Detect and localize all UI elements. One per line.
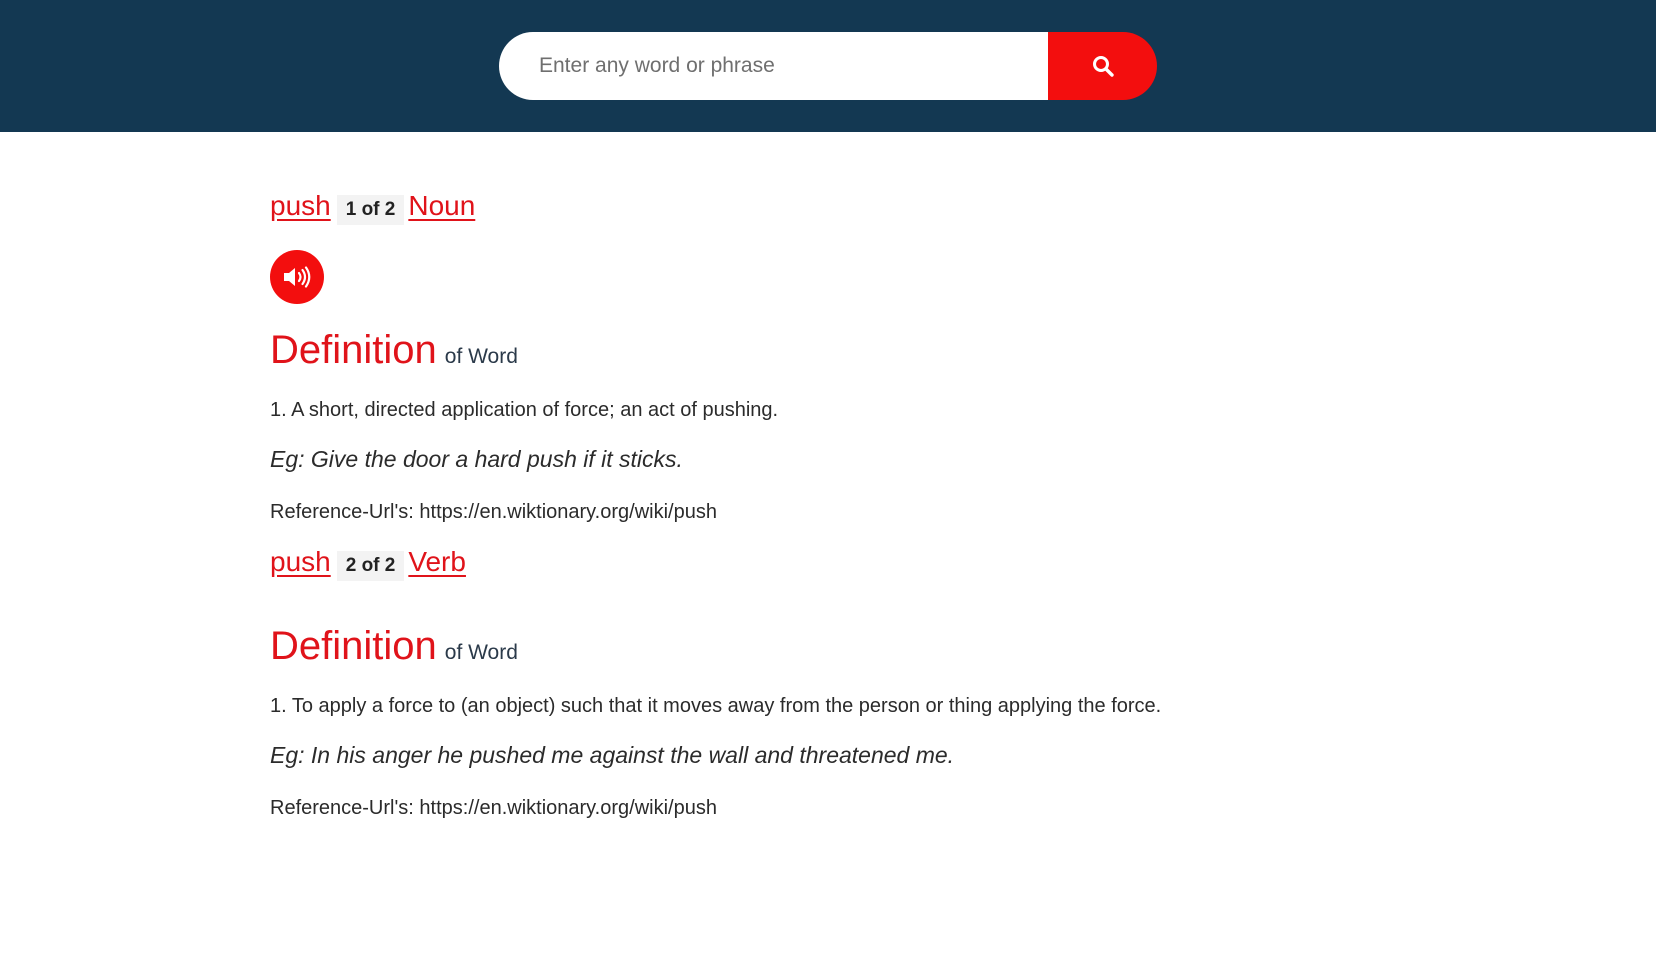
entry-count-badge: 2 of 2 bbox=[336, 551, 405, 581]
part-of-speech-link[interactable]: Noun bbox=[408, 190, 475, 222]
definition-subtitle: of Word bbox=[444, 641, 518, 664]
entry-noun: push 1 of 2 Noun Definition of Word 1. A… bbox=[270, 190, 1470, 524]
reference-url: Reference-Url's: https://en.wiktionary.o… bbox=[270, 501, 717, 523]
definition-heading: Definition of Word bbox=[270, 624, 1470, 669]
definition-heading: Definition of Word bbox=[270, 328, 1470, 373]
definition-text: 1. A short, directed application of forc… bbox=[270, 399, 779, 421]
search-icon bbox=[1091, 54, 1115, 78]
definition-content: push 1 of 2 Noun Definition of Word 1. A… bbox=[270, 190, 1470, 820]
entry-verb: push 2 of 2 Verb Definition of Word 1. T… bbox=[270, 546, 1470, 820]
word-link[interactable]: push bbox=[270, 190, 335, 222]
top-header-bar bbox=[0, 0, 1656, 132]
definition-title: Definition bbox=[270, 624, 437, 668]
entry-header: push 2 of 2 Verb bbox=[270, 546, 1470, 602]
part-of-speech-link[interactable]: Verb bbox=[408, 546, 466, 578]
search-input[interactable] bbox=[499, 32, 1048, 100]
example-sentence: Eg: In his anger he pushed me against th… bbox=[270, 742, 955, 768]
search-bar bbox=[499, 32, 1157, 100]
search-button[interactable] bbox=[1048, 32, 1157, 100]
entry-header: push 1 of 2 Noun bbox=[270, 190, 1470, 246]
entry-count-badge: 1 of 2 bbox=[336, 195, 405, 225]
pronunciation-audio-button[interactable] bbox=[270, 250, 324, 304]
speaker-icon bbox=[282, 265, 312, 289]
word-link[interactable]: push bbox=[270, 546, 335, 578]
example-sentence: Eg: Give the door a hard push if it stic… bbox=[270, 446, 683, 472]
reference-url: Reference-Url's: https://en.wiktionary.o… bbox=[270, 797, 717, 819]
definition-title: Definition bbox=[270, 328, 437, 372]
definition-text: 1. To apply a force to (an object) such … bbox=[270, 695, 1162, 717]
definition-subtitle: of Word bbox=[444, 345, 518, 368]
